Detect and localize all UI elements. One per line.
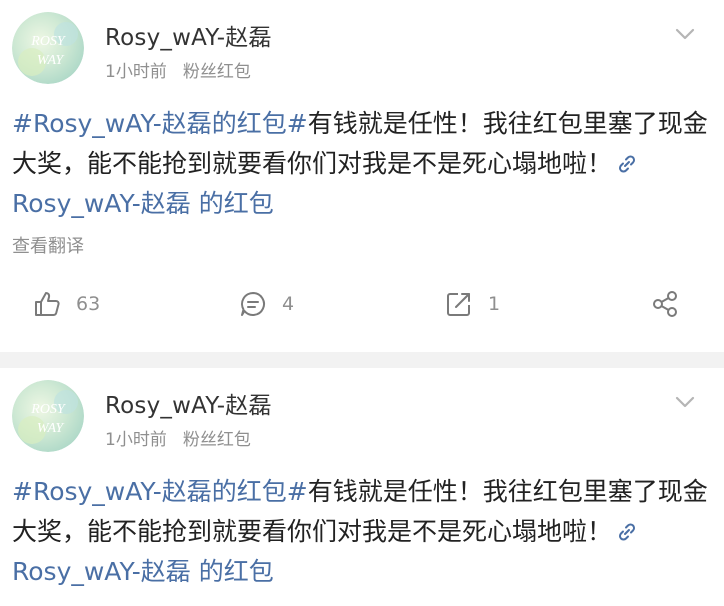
avatar-text-bottom: WAY	[37, 53, 65, 68]
topic-link[interactable]: #Rosy_wAY-赵磊的红包#	[12, 109, 308, 138]
translate-link[interactable]: 查看翻译	[12, 232, 84, 258]
share-button[interactable]	[650, 284, 680, 324]
avatar[interactable]: ROSY WAY	[12, 380, 84, 452]
chevron-down-icon[interactable]	[674, 394, 696, 408]
post-source: 粉丝红包	[182, 430, 251, 450]
share-icon	[650, 289, 680, 319]
post-time: 1小时前	[105, 62, 167, 82]
thumbs-up-icon	[32, 289, 62, 319]
avatar[interactable]: ROSY WAY	[12, 12, 84, 84]
post-source: 粉丝红包	[182, 62, 251, 82]
repost-count: 1	[488, 293, 501, 315]
link-icon	[616, 515, 638, 541]
repost-icon	[444, 289, 474, 319]
link-label: Rosy_wAY-赵磊 的红包	[12, 557, 274, 586]
username[interactable]: Rosy_wAY-赵磊	[105, 18, 272, 52]
avatar-text-bottom: WAY	[37, 421, 65, 436]
feed-post: ROSY WAY Rosy_wAY-赵磊 1小时前 粉丝红包 #Rosy_wAY-…	[0, 368, 724, 606]
topic-link[interactable]: #Rosy_wAY-赵磊的红包#	[12, 477, 308, 506]
username[interactable]: Rosy_wAY-赵磊	[105, 386, 272, 420]
post-meta: 1小时前 粉丝红包	[105, 425, 251, 450]
avatar-text-top: ROSY	[30, 34, 67, 49]
repost-button[interactable]: 1	[444, 284, 500, 324]
link-icon	[616, 147, 638, 173]
comment-icon	[238, 289, 268, 319]
like-button[interactable]: 63	[32, 284, 100, 324]
like-count: 63	[76, 293, 101, 315]
comment-count: 4	[282, 293, 295, 315]
chevron-down-icon[interactable]	[674, 26, 696, 40]
post-time: 1小时前	[105, 430, 167, 450]
feed-post: ROSY WAY Rosy_wAY-赵磊 1小时前 粉丝红包 #Rosy_wAY-…	[0, 0, 724, 352]
action-bar: 63 4 1	[0, 284, 724, 324]
comment-button[interactable]: 4	[238, 284, 294, 324]
post-content: #Rosy_wAY-赵磊的红包#有钱就是任性！我往红包里塞了现金大奖，能不能抢到…	[12, 104, 712, 224]
post-separator	[0, 352, 724, 368]
post-meta: 1小时前 粉丝红包	[105, 57, 251, 82]
link-label: Rosy_wAY-赵磊 的红包	[12, 189, 274, 218]
avatar-text-top: ROSY	[30, 402, 67, 417]
post-content: #Rosy_wAY-赵磊的红包#有钱就是任性！我往红包里塞了现金大奖，能不能抢到…	[12, 472, 712, 592]
